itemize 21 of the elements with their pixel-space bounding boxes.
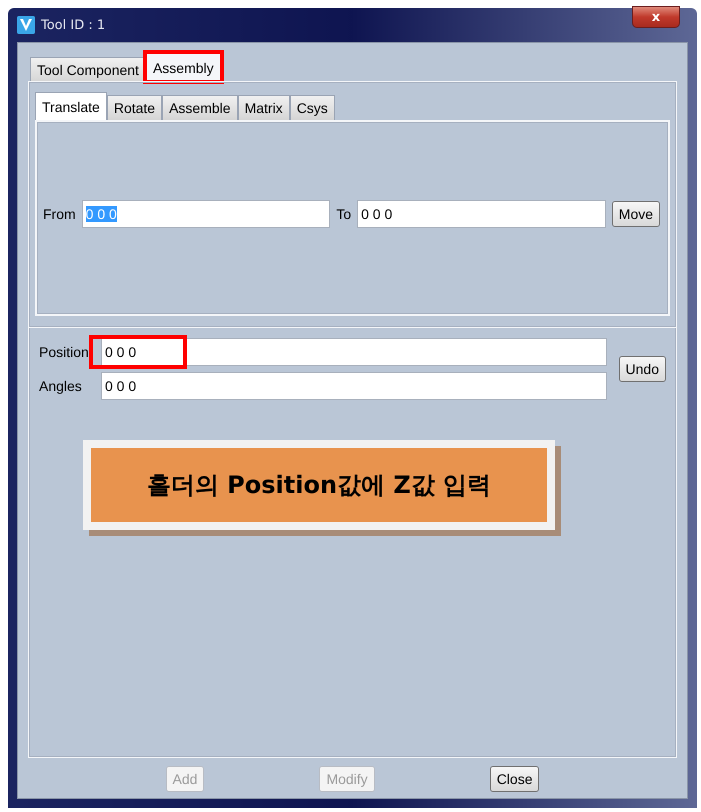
input-field[interactable]: 0 0 0 xyxy=(101,372,607,400)
field-label: Position xyxy=(39,344,90,360)
input-field[interactable]: 0 0 0 xyxy=(101,338,607,366)
window-title: Tool ID : 1 xyxy=(41,18,106,32)
move-button[interactable]: Move xyxy=(612,201,660,227)
field-label: Angles xyxy=(39,378,83,394)
tab[interactable]: Matrix xyxy=(238,95,290,120)
tab[interactable]: Rotate xyxy=(106,95,162,120)
window-close-button[interactable]: x xyxy=(632,6,680,28)
tab[interactable]: Assemble xyxy=(162,95,238,120)
tab[interactable]: Assembly xyxy=(146,53,221,81)
callout-text: 홀더의 Position값에 Z값 입력 xyxy=(91,448,547,522)
dialog-button[interactable]: Close xyxy=(490,766,540,792)
field-label: To xyxy=(336,206,352,222)
undo-button[interactable]: Undo xyxy=(618,356,666,382)
tab[interactable]: Translate xyxy=(35,92,107,120)
tab[interactable]: Tool Component xyxy=(30,57,146,81)
input-field[interactable]: 0 0 0 xyxy=(357,200,606,228)
field-label: From xyxy=(43,206,76,222)
tab[interactable]: Csys xyxy=(290,95,335,120)
app-logo-icon xyxy=(17,16,35,34)
